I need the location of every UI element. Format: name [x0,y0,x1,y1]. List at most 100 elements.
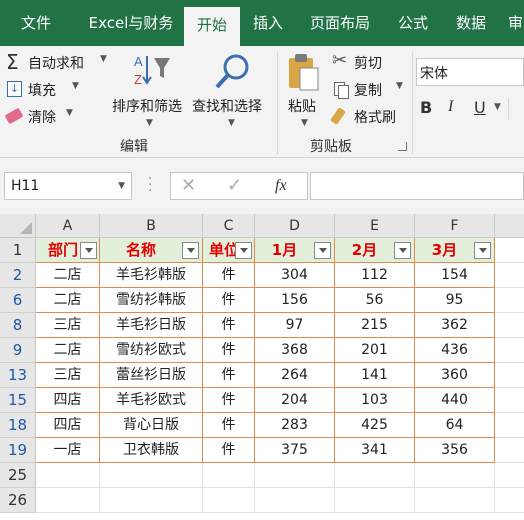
header-cell[interactable]: 部门 [36,238,100,263]
header-cell[interactable]: 3月 [415,238,495,263]
dialog-launcher-icon[interactable] [398,142,407,151]
cell-dept[interactable]: 三店 [36,363,100,388]
tab-excel-finance[interactable]: Excel与财务 [76,0,186,46]
header-cell[interactable]: 单位 [203,238,255,263]
cell-unit[interactable]: 件 [203,313,255,338]
column-header-g[interactable] [495,214,524,238]
cell-jan[interactable]: 375 [255,438,335,463]
column-header-c[interactable]: C [203,214,255,238]
empty-cell[interactable] [495,363,524,388]
empty-cell[interactable] [495,388,524,413]
column-header-b[interactable]: B [100,214,203,238]
row-header[interactable]: 19 [0,438,36,463]
filter-active-icon[interactable] [182,242,199,259]
empty-cell[interactable] [203,463,255,488]
select-all-corner[interactable] [0,214,36,238]
filter-dropdown-icon[interactable] [80,242,97,259]
insert-function-icon[interactable]: fx [275,177,287,195]
cell-mar[interactable]: 362 [415,313,495,338]
row-header[interactable]: 13 [0,363,36,388]
cell-jan[interactable]: 368 [255,338,335,363]
cell-name[interactable]: 雪纺衫韩版 [100,288,203,313]
empty-cell[interactable] [255,463,335,488]
empty-cell[interactable] [415,463,495,488]
empty-cell[interactable] [203,488,255,513]
cancel-icon[interactable]: ✕ [181,175,196,196]
cell-dept[interactable]: 三店 [36,313,100,338]
row-header[interactable]: 8 [0,313,36,338]
cell-name[interactable]: 雪纺衫欧式 [100,338,203,363]
row-header[interactable]: 2 [0,263,36,288]
cell-name[interactable]: 羊毛衫韩版 [100,263,203,288]
cell-feb[interactable]: 141 [335,363,415,388]
cell-unit[interactable]: 件 [203,388,255,413]
column-header-f[interactable]: F [415,214,495,238]
cell-mar[interactable]: 154 [415,263,495,288]
empty-cell[interactable] [495,338,524,363]
cell-unit[interactable]: 件 [203,288,255,313]
cell-unit[interactable]: 件 [203,438,255,463]
cell-dept[interactable]: 一店 [36,438,100,463]
empty-cell[interactable] [100,463,203,488]
formula-input[interactable] [310,172,524,200]
find-select-button[interactable]: 查找和选择 ▼ [190,50,274,130]
tab-formulas[interactable]: 公式 [388,0,438,46]
tab-home[interactable]: 开始 [184,7,240,46]
format-painter-button[interactable]: 格式刷 [330,106,410,128]
font-name-dropdown[interactable]: 宋体 [416,58,524,86]
enter-check-icon[interactable]: ✓ [227,175,242,196]
filter-dropdown-icon[interactable] [474,242,491,259]
cell-dept[interactable]: 四店 [36,388,100,413]
empty-cell[interactable] [100,488,203,513]
italic-button[interactable]: I [448,98,468,120]
cell-name[interactable]: 背心日版 [100,413,203,438]
cell-unit[interactable]: 件 [203,263,255,288]
autosum-button[interactable]: Σ 自动求和 ▼ [6,50,110,74]
column-header-d[interactable]: D [255,214,335,238]
sort-filter-button[interactable]: A Z 排序和筛选 ▼ [110,50,190,130]
empty-cell[interactable] [495,413,524,438]
empty-cell[interactable] [495,463,524,488]
cell-jan[interactable]: 283 [255,413,335,438]
copy-button[interactable]: 复制 ▼ [332,79,406,101]
empty-cell[interactable] [495,488,524,513]
tab-data[interactable]: 数据 [446,0,496,46]
row-header[interactable]: 25 [0,463,36,488]
cell-feb[interactable]: 56 [335,288,415,313]
cell-jan[interactable]: 156 [255,288,335,313]
filter-dropdown-icon[interactable] [235,242,252,259]
cell-feb[interactable]: 201 [335,338,415,363]
row-header[interactable]: 15 [0,388,36,413]
empty-cell[interactable] [495,313,524,338]
cell-name[interactable]: 卫衣韩版 [100,438,203,463]
paste-button[interactable]: 粘贴 ▼ [284,50,324,132]
empty-cell[interactable] [495,263,524,288]
cell-dept[interactable]: 四店 [36,413,100,438]
row-header[interactable]: 1 [0,238,36,263]
empty-cell[interactable] [335,463,415,488]
cell-feb[interactable]: 215 [335,313,415,338]
row-header[interactable]: 9 [0,338,36,363]
empty-cell[interactable] [495,238,524,263]
bold-button[interactable]: B [420,98,440,120]
header-cell[interactable]: 2月 [335,238,415,263]
cell-jan[interactable]: 264 [255,363,335,388]
cell-name[interactable]: 羊毛衫欧式 [100,388,203,413]
cell-mar[interactable]: 95 [415,288,495,313]
cell-jan[interactable]: 304 [255,263,335,288]
empty-cell[interactable] [495,438,524,463]
fill-button[interactable]: ↓ 填充 ▼ [6,79,86,101]
cell-mar[interactable]: 360 [415,363,495,388]
column-header-a[interactable]: A [36,214,100,238]
row-header[interactable]: 18 [0,413,36,438]
dropdown-arrow-icon[interactable]: ▼ [494,102,501,112]
cell-jan[interactable]: 204 [255,388,335,413]
tab-insert[interactable]: 插入 [242,0,294,46]
cell-name[interactable]: 羊毛衫日版 [100,313,203,338]
tab-page-layout[interactable]: 页面布局 [300,0,380,46]
empty-cell[interactable] [36,488,100,513]
cell-feb[interactable]: 103 [335,388,415,413]
cell-unit[interactable]: 件 [203,338,255,363]
cut-button[interactable]: ✂ 剪切 [332,50,396,74]
filter-dropdown-icon[interactable] [394,242,411,259]
